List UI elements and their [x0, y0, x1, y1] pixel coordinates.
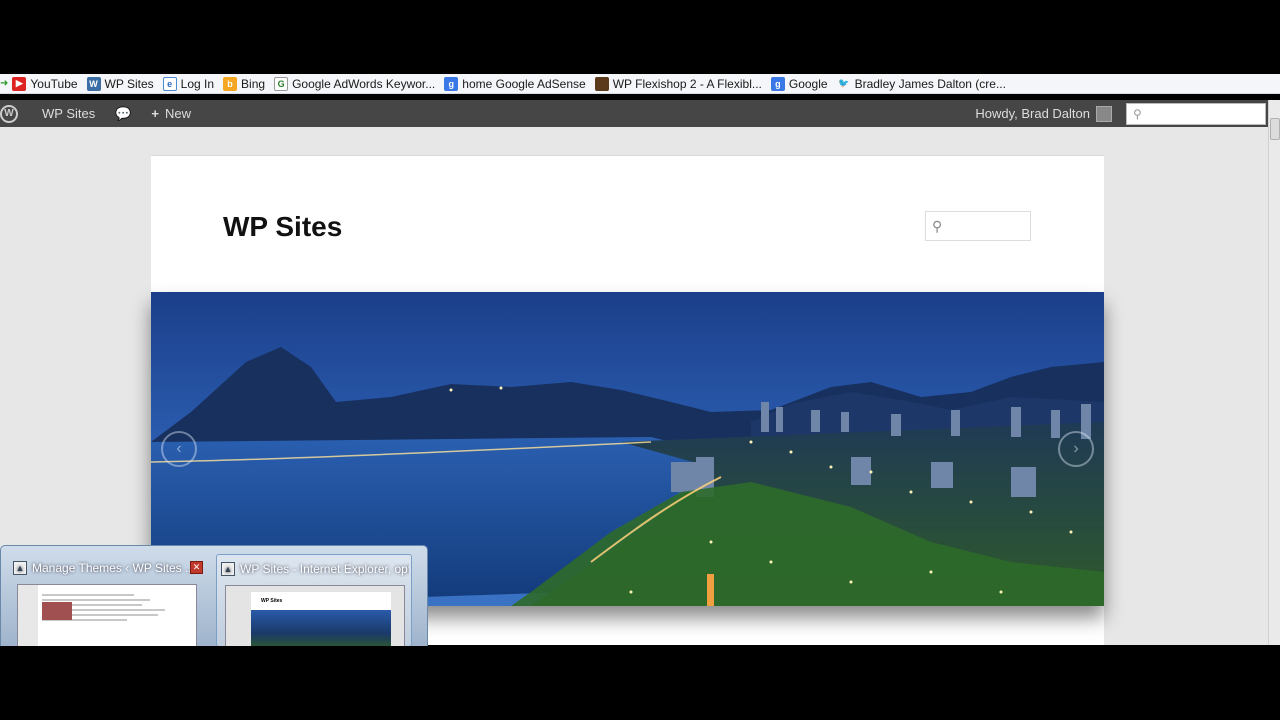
bookmark-arrow-icon: ➜	[0, 78, 9, 89]
comment-bubble-icon: 💬	[115, 105, 132, 121]
bing-icon: b	[223, 76, 238, 91]
thumbnail-title: ▲ WP Sites - Internet Explorer, opti...	[221, 561, 409, 577]
bookmark-wp-sites[interactable]: W WP Sites	[86, 76, 154, 91]
twitter-icon: 🐦	[837, 78, 850, 88]
browser-window-icon: ▲	[221, 562, 235, 576]
site-title[interactable]: WP Sites	[223, 211, 342, 243]
slider-prev-arrow[interactable]: ‹	[161, 431, 197, 467]
bookmark-twitter[interactable]: 🐦 Bradley James Dalton (cre...	[837, 77, 1006, 91]
wp-logo-menu[interactable]: W	[0, 100, 18, 127]
bookmark-label: Bing	[241, 76, 266, 91]
close-icon[interactable]: ✕	[190, 561, 203, 574]
taskbar-thumbnail-manage-themes[interactable]: ▲ Manage Themes ‹ WP Sites ... ✕	[9, 554, 205, 647]
thumbnail-preview: WP Sites	[225, 585, 405, 648]
slider-next-arrow[interactable]: ›	[1058, 431, 1094, 467]
thumbnail-preview	[17, 584, 197, 647]
site-search-input[interactable]: ⚲	[925, 211, 1031, 241]
bookmark-label: Bradley James Dalton (cre...	[854, 76, 1006, 91]
bookmark-label: Google	[788, 76, 828, 91]
vertical-scrollbar[interactable]	[1268, 100, 1280, 645]
bookmark-label: WP Flexishop 2 - A Flexibl...	[612, 76, 762, 91]
new-label: New	[165, 106, 192, 121]
bookmark-label: Google AdWords Keywor...	[292, 76, 436, 91]
scrollbar-thumb[interactable]	[1270, 118, 1280, 140]
google-c-icon: G	[274, 76, 289, 91]
wp-sites-icon: W	[86, 76, 101, 91]
admin-bar-new[interactable]: + New	[141, 100, 201, 127]
taskbar-thumbnail-popup: ▲ Manage Themes ‹ WP Sites ... ✕ ▲ WP Si…	[0, 545, 428, 648]
taskbar-thumbnail-wp-sites[interactable]: ▲ WP Sites - Internet Explorer, opti... …	[216, 554, 412, 648]
bookmark-adsense[interactable]: g home Google AdSense	[444, 76, 586, 91]
admin-bar-site-name[interactable]: WP Sites	[18, 100, 105, 127]
thumbnail-title: ▲ Manage Themes ‹ WP Sites ...	[13, 560, 201, 576]
bookmark-google[interactable]: g Google	[770, 76, 828, 91]
search-icon: ⚲	[1133, 106, 1142, 121]
screen: ➜ ▶ YouTube W WP Sites e Log In b Bing G…	[0, 0, 1280, 720]
flexishop-icon	[594, 76, 609, 91]
bookmark-adwords[interactable]: G Google AdWords Keywor...	[274, 76, 436, 91]
admin-bar-search-input[interactable]: ⚲	[1126, 102, 1266, 125]
site-name-label: WP Sites	[42, 106, 96, 121]
howdy-greeting: Howdy, Brad Dalton	[975, 106, 1090, 121]
search-icon: ⚲	[932, 217, 943, 234]
bookmark-label: Log In	[180, 76, 215, 91]
browser-window-icon: ▲	[13, 561, 27, 575]
admin-bar-comments[interactable]: 💬	[105, 100, 141, 127]
bookmark-youtube[interactable]: ▶ YouTube	[12, 76, 78, 91]
bookmarks-bar: ➜ ▶ YouTube W WP Sites e Log In b Bing G…	[0, 74, 1280, 94]
youtube-icon: ▶	[12, 76, 27, 91]
wp-admin-bar: W WP Sites 💬 + New Howdy, Brad Dalton ⚲	[0, 100, 1268, 127]
thumbnail-title-text: WP Sites - Internet Explorer, opti...	[240, 562, 409, 576]
avatar	[1096, 105, 1112, 122]
thumbnail-title-text: Manage Themes ‹ WP Sites ...	[32, 561, 195, 575]
letterbox-bottom	[0, 646, 1280, 720]
bookmark-label: WP Sites	[104, 76, 154, 91]
google-icon: g	[444, 76, 459, 91]
bookmark-log-in[interactable]: e Log In	[162, 76, 215, 91]
admin-bar-account[interactable]: Howdy, Brad Dalton	[965, 100, 1116, 127]
google-icon: g	[770, 76, 785, 91]
plus-icon: +	[151, 106, 159, 121]
bookmark-label: home Google AdSense	[462, 76, 586, 91]
bookmark-flexishop[interactable]: WP Flexishop 2 - A Flexibl...	[594, 76, 762, 91]
wordpress-logo-icon: W	[0, 104, 18, 123]
bookmark-bing[interactable]: b Bing	[223, 76, 266, 91]
bookmark-label: YouTube	[30, 76, 78, 91]
ie-icon: e	[162, 76, 177, 91]
